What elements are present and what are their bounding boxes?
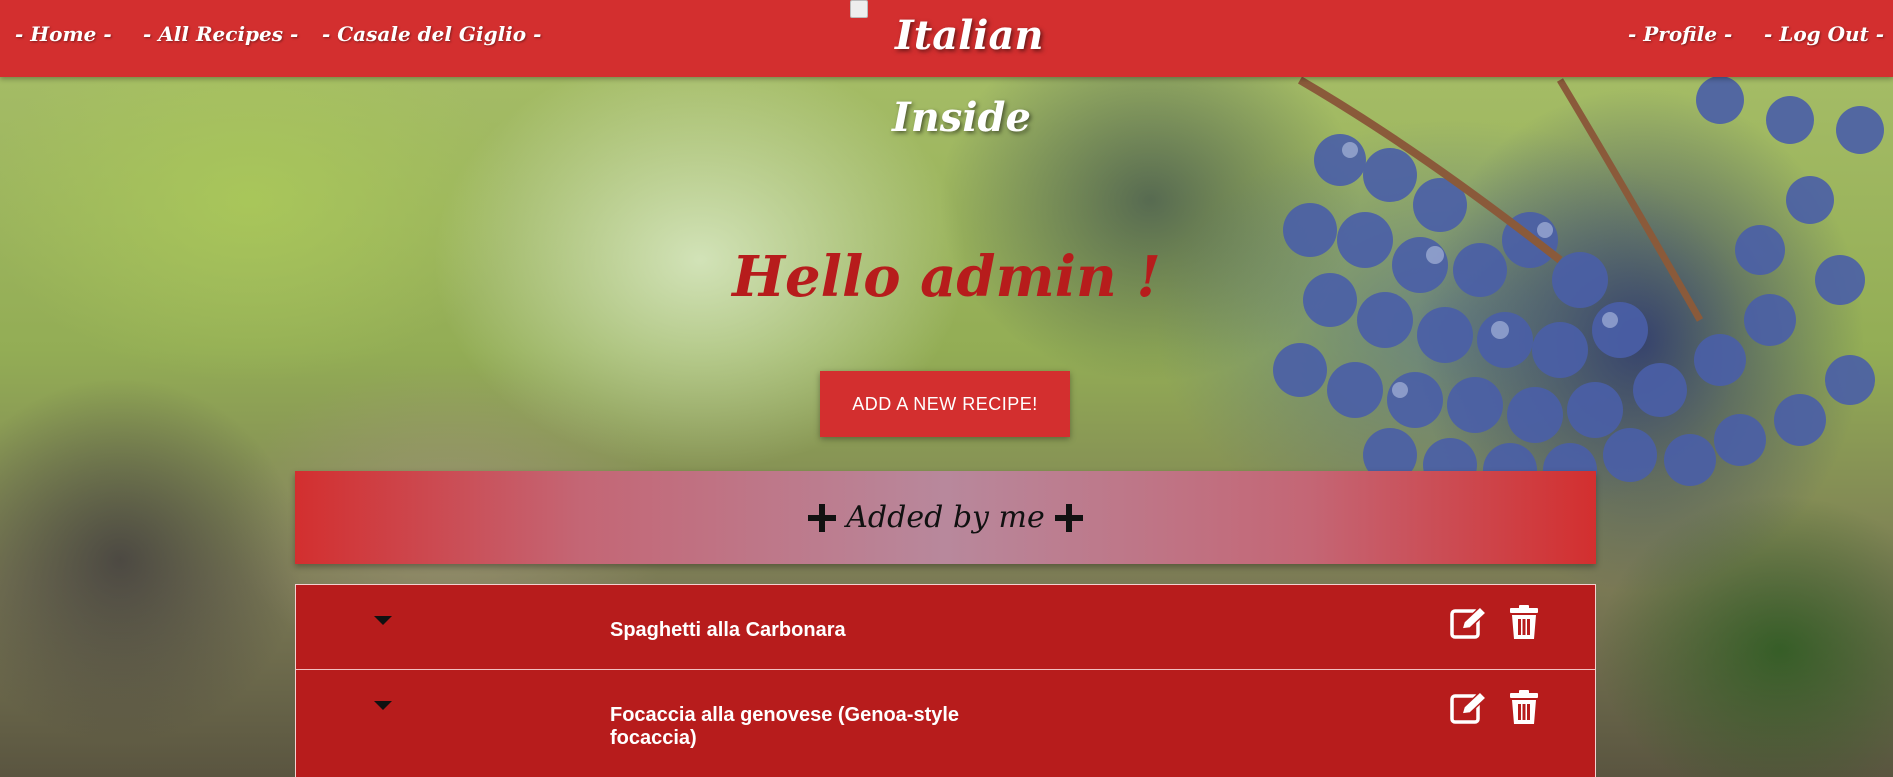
nav-home-link[interactable]: - Home - [15, 22, 112, 46]
brand-title-line2[interactable]: Inside [892, 94, 1031, 141]
nav-all-recipes-link[interactable]: - All Recipes - [143, 22, 298, 46]
trash-icon[interactable] [1510, 690, 1538, 724]
nav-casale-del-giglio-link[interactable]: - Casale del Giglio - [322, 22, 541, 46]
nav-profile-link[interactable]: - Profile - [1628, 22, 1732, 46]
plus-icon [1054, 503, 1083, 532]
added-by-me-section-toggle[interactable]: Added by me [295, 471, 1596, 564]
edit-icon[interactable] [1450, 605, 1488, 639]
caret-down-icon[interactable] [374, 616, 392, 625]
nav-logout-link[interactable]: - Log Out - [1764, 22, 1884, 46]
recipe-name: Spaghetti alla Carbonara [610, 619, 846, 641]
section-title: Added by me [846, 500, 1045, 535]
plus-icon [808, 503, 837, 532]
recipe-list: Spaghetti alla Carbonara Focaccia alla g… [295, 584, 1596, 777]
add-new-recipe-button[interactable]: ADD A NEW RECIPE! [820, 371, 1070, 437]
trash-icon[interactable] [1510, 605, 1538, 639]
caret-down-icon[interactable] [374, 701, 392, 710]
list-item[interactable]: Focaccia alla genovese (Genoa-style foca… [296, 670, 1595, 777]
brand-title-line1[interactable]: Italian [895, 12, 1044, 59]
recipe-name: Focaccia alla genovese (Genoa-style foca… [610, 704, 960, 749]
edit-icon[interactable] [1450, 690, 1488, 724]
broken-image-icon [850, 0, 868, 18]
greeting-heading: Hello admin ! [732, 244, 1161, 310]
list-item[interactable]: Spaghetti alla Carbonara [296, 585, 1595, 670]
